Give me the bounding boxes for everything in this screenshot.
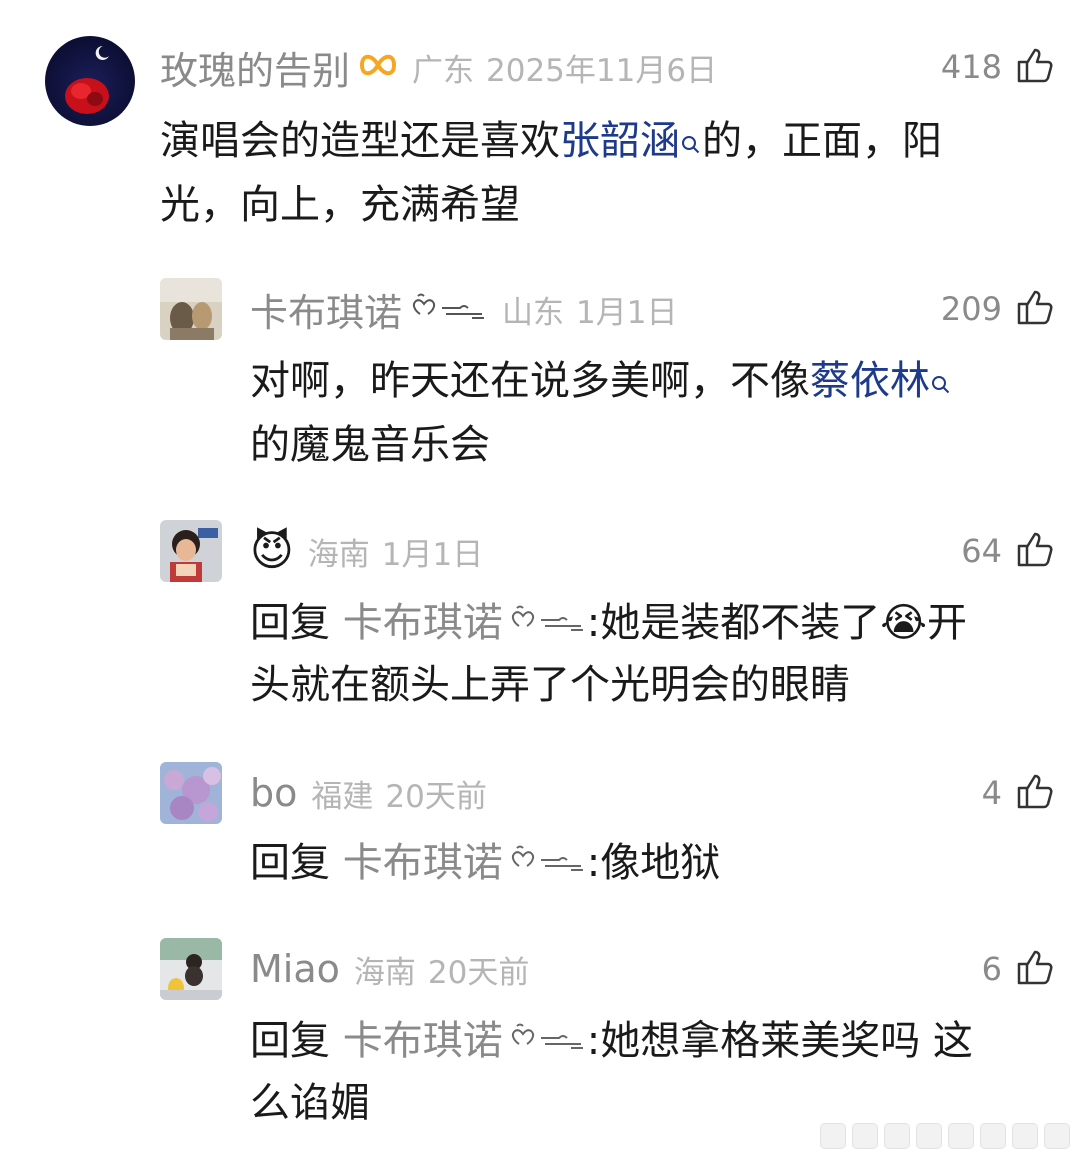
avatar[interactable] bbox=[160, 278, 222, 340]
comment-meta: 玫瑰的告别 广东 2025年11月6日 bbox=[160, 36, 717, 98]
comment-text: 回复 卡布琪诺:她想拿格莱美奖吗 这 么谄媚 bbox=[250, 1010, 1060, 1134]
comment-meta: bo 福建 20天前 bbox=[250, 762, 487, 824]
like-count: 6 bbox=[981, 950, 1002, 988]
avatar[interactable] bbox=[160, 762, 222, 824]
like-count: 64 bbox=[961, 532, 1002, 570]
timestamp: 2025年11月6日 bbox=[486, 52, 718, 89]
username[interactable]: bo bbox=[250, 771, 297, 815]
like-count: 209 bbox=[940, 290, 1002, 328]
heart-wave-icon bbox=[509, 832, 587, 894]
heart-wave-icon bbox=[509, 1010, 587, 1072]
comment-meta: Miao 海南 20天前 bbox=[250, 938, 529, 1000]
thumbs-up-icon bbox=[1016, 530, 1054, 572]
thumbs-up-icon bbox=[1016, 948, 1054, 990]
comment-meta: 卡布琪诺 山东 1月1日 bbox=[250, 278, 677, 340]
thumbs-up-icon bbox=[1016, 46, 1054, 88]
heart-wave-icon bbox=[509, 592, 587, 654]
search-icon bbox=[680, 112, 702, 174]
username[interactable]: 卡布琪诺 bbox=[250, 282, 402, 337]
comment-meta: 😈 海南 1月1日 bbox=[250, 520, 483, 582]
reply-target[interactable]: 卡布琪诺 bbox=[343, 1018, 503, 1064]
avatar[interactable] bbox=[160, 520, 222, 582]
infinity-badge-icon bbox=[358, 50, 398, 84]
username[interactable]: Miao bbox=[250, 947, 340, 991]
thumbs-up-icon bbox=[1016, 772, 1054, 814]
comment-text: 回复 卡布琪诺:像地狱 bbox=[250, 832, 1050, 894]
like-button[interactable]: 209 bbox=[941, 278, 1054, 340]
like-button[interactable]: 64 bbox=[961, 520, 1054, 582]
timestamp: 1月1日 bbox=[576, 294, 678, 331]
reply-target[interactable]: 卡布琪诺 bbox=[343, 840, 503, 886]
location: 海南 bbox=[307, 536, 370, 573]
like-count: 418 bbox=[940, 48, 1002, 86]
comment-text: 演唱会的造型还是喜欢张韶涵 的，正面，阳 光，向上，充满希望 bbox=[160, 110, 1040, 236]
timestamp: 1月1日 bbox=[381, 536, 484, 573]
location: 福建 bbox=[311, 778, 374, 815]
location: 广东 bbox=[412, 52, 475, 89]
timestamp: 20天前 bbox=[385, 778, 487, 815]
thumbs-up-icon bbox=[1016, 288, 1054, 330]
search-icon bbox=[930, 352, 952, 414]
timestamp: 20天前 bbox=[427, 954, 530, 991]
like-button[interactable]: 418 bbox=[941, 36, 1054, 98]
mention-link[interactable]: 蔡依林 bbox=[810, 358, 930, 404]
heart-wave-icon bbox=[410, 290, 488, 328]
crying-emoji: 😭 bbox=[880, 600, 927, 646]
reply-target[interactable]: 卡布琪诺 bbox=[343, 600, 503, 646]
username[interactable]: 玫瑰的告别 bbox=[160, 40, 350, 95]
location: 海南 bbox=[353, 954, 416, 991]
avatar[interactable] bbox=[160, 938, 222, 1000]
comment-text: 回复 卡布琪诺:她是装都不装了😭开 头就在额头上弄了个光明会的眼睛 bbox=[250, 592, 1060, 716]
like-button[interactable]: 6 bbox=[982, 938, 1054, 1000]
location: 山东 bbox=[502, 294, 565, 331]
mention-link[interactable]: 张韶涵 bbox=[560, 118, 680, 164]
watermark-dots bbox=[820, 1123, 1070, 1149]
comment-text: 对啊，昨天还在说多美啊，不像蔡依林 的魔鬼音乐会 bbox=[250, 350, 1050, 476]
avatar[interactable] bbox=[45, 36, 135, 126]
username[interactable]: 😈 bbox=[250, 520, 294, 582]
like-count: 4 bbox=[981, 774, 1002, 812]
like-button[interactable]: 4 bbox=[982, 762, 1054, 824]
